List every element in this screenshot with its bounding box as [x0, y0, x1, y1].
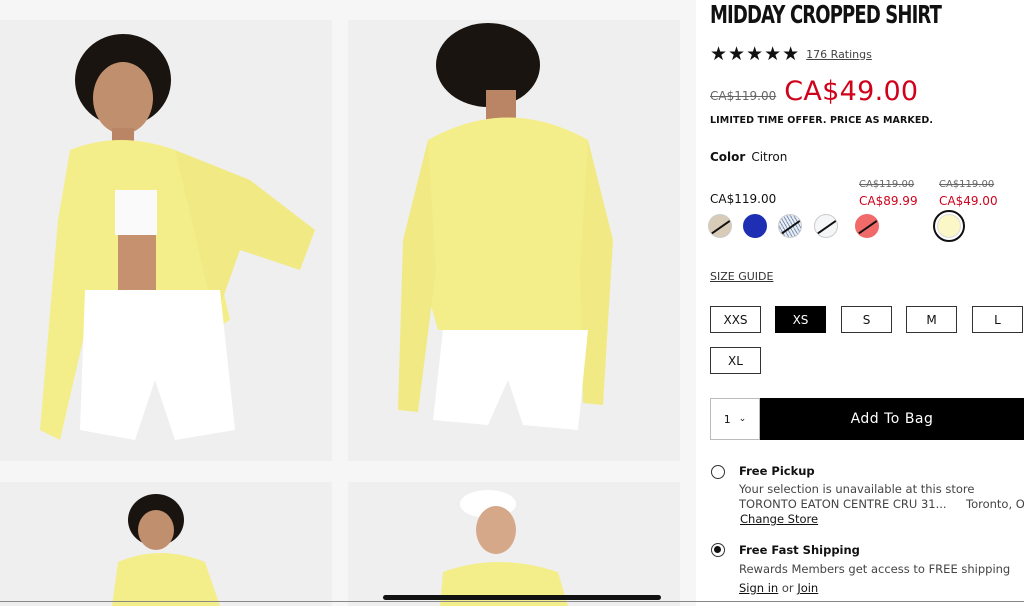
chevron-down-icon: ⌄ — [738, 414, 747, 424]
change-store-link[interactable]: Change Store — [740, 512, 818, 526]
tier-sale-price: CA$49.00 — [939, 194, 998, 208]
tier-original-price: CA$119.00 — [939, 179, 995, 190]
pickup-note: Your selection is unavailable at this st… — [739, 482, 975, 496]
product-photo-front[interactable] — [0, 20, 332, 461]
rating-count-link[interactable]: 176 Ratings — [806, 48, 872, 61]
unavailable-slash-icon — [856, 218, 878, 236]
sale-price: CA$49.00 — [784, 76, 919, 107]
size-button-xl[interactable]: XL — [710, 347, 761, 374]
sign-in-link[interactable]: Sign in — [739, 581, 778, 595]
unavailable-slash-icon — [815, 218, 837, 236]
color-swatch-citron[interactable] — [933, 210, 965, 242]
price-tier-3: CA$119.00 CA$49.00 — [939, 177, 998, 209]
tier-price: CA$119.00 — [710, 192, 777, 206]
quantity-value: 1 — [723, 412, 731, 426]
size-button-s[interactable]: S — [841, 306, 892, 333]
unavailable-slash-icon — [709, 218, 731, 236]
tier-sale-price: CA$89.99 — [859, 194, 918, 208]
shipping-radio[interactable] — [711, 543, 725, 557]
product-photo-back[interactable] — [348, 20, 680, 461]
pickup-store-city: Toronto, O — [966, 497, 1024, 511]
color-swatch-coral[interactable] — [855, 214, 879, 238]
unavailable-slash-icon — [779, 218, 801, 236]
quantity-select[interactable]: 1 ⌄ — [710, 398, 760, 440]
original-price: CA$119.00 — [710, 89, 777, 103]
join-link[interactable]: Join — [797, 581, 818, 595]
color-swatch-white[interactable] — [814, 214, 838, 238]
size-button-m[interactable]: M — [906, 306, 957, 333]
color-swatch-blue[interactable] — [743, 214, 767, 238]
size-guide-link[interactable]: SIZE GUIDE — [710, 270, 773, 283]
add-to-bag-button[interactable]: Add To Bag — [760, 398, 1024, 440]
pickup-radio[interactable] — [711, 465, 725, 479]
offer-note: LIMITED TIME OFFER. PRICE AS MARKED. — [710, 115, 934, 126]
price-tier-1: CA$119.00 — [710, 191, 776, 207]
rating-summary[interactable]: ★★★★★ 176 Ratings — [710, 44, 872, 64]
color-swatch-beige[interactable] — [708, 214, 732, 238]
swatch-fill — [937, 214, 961, 238]
member-links: Sign in or Join — [739, 581, 818, 595]
product-page: MIDDAY CROPPED SHIRT ★★★★★ 176 Ratings C… — [0, 0, 1024, 606]
scroll-indicator-line — [0, 601, 1024, 602]
price-tier-2: CA$119.00 CA$89.99 — [859, 177, 918, 209]
product-photo-4[interactable] — [348, 482, 680, 606]
color-selection-label: Color Citron — [710, 150, 787, 164]
pickup-title: Free Pickup — [739, 464, 815, 478]
price-row: CA$119.00 CA$49.00 — [710, 76, 918, 107]
product-title: MIDDAY CROPPED SHIRT — [710, 0, 942, 29]
product-photo-3[interactable] — [0, 482, 332, 606]
shipping-note: Rewards Members get access to FREE shipp… — [739, 562, 1011, 576]
color-label: Color — [710, 150, 746, 164]
product-detail-panel: MIDDAY CROPPED SHIRT ★★★★★ 176 Ratings C… — [696, 0, 1024, 606]
color-swatch-stripe[interactable] — [778, 214, 802, 238]
home-indicator-bar[interactable] — [383, 595, 661, 600]
size-button-xs[interactable]: XS — [775, 306, 826, 333]
tier-original-price: CA$119.00 — [859, 179, 915, 190]
star-rating-icon: ★★★★★ — [710, 43, 801, 65]
product-gallery[interactable] — [0, 0, 696, 606]
shipping-title: Free Fast Shipping — [739, 543, 860, 557]
or-text: or — [781, 581, 794, 595]
pickup-store-name: TORONTO EATON CENTRE CRU 31... — [739, 497, 947, 511]
size-button-xxs[interactable]: XXS — [710, 306, 761, 333]
size-button-l[interactable]: L — [972, 306, 1023, 333]
color-value: Citron — [751, 150, 788, 164]
